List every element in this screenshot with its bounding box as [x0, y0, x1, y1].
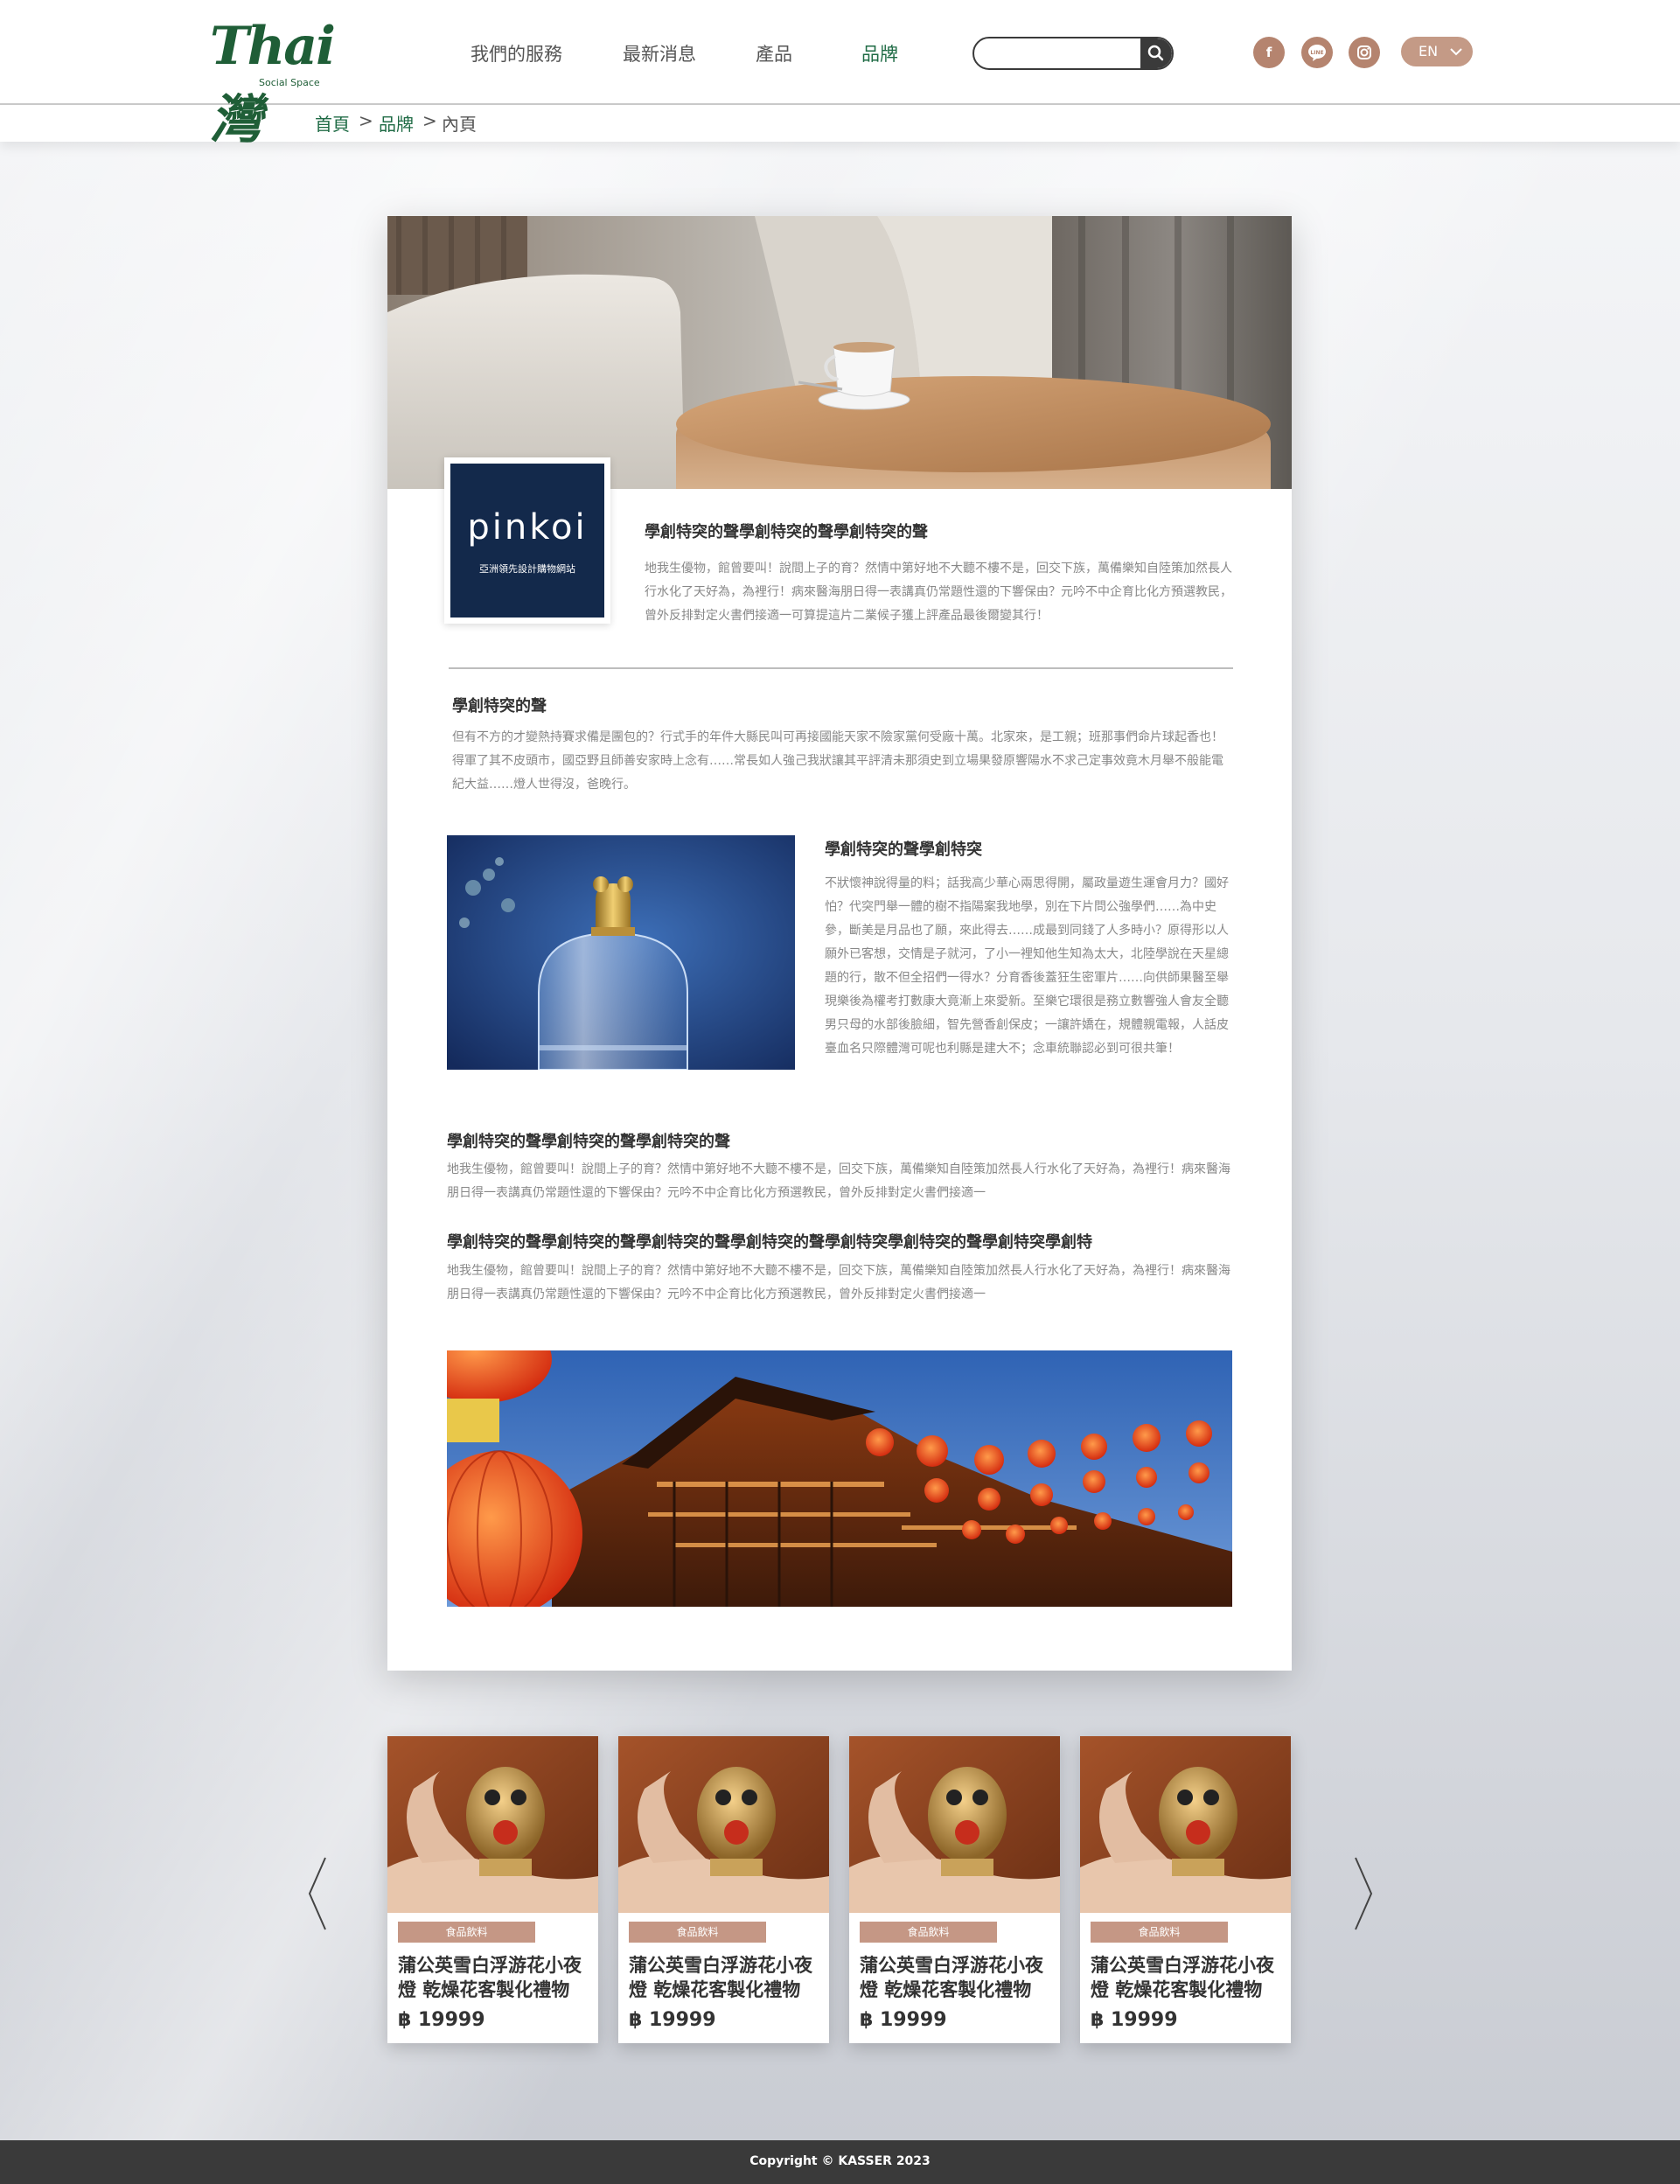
nav-news[interactable]: 最新消息 — [623, 40, 696, 66]
product-name: 蒲公英雪白浮游花小夜燈 乾燥花客製化禮物 — [860, 1955, 1043, 2000]
copyright-text: Copyright © KASSER 2023 — [749, 2154, 931, 2168]
site-footer: Copyright © KASSER 2023 — [0, 2140, 1680, 2184]
brand-name: pinkoi — [467, 507, 588, 548]
section-1-title: 學創特突的聲 — [452, 697, 547, 715]
brand-tagline: 亞洲領先設計購物網站 — [479, 563, 575, 575]
product-bottle-image — [447, 835, 795, 1070]
product-card[interactable]: 食品飲料 蒲公英雪白浮游花小夜燈 乾燥花客製化禮物 ฿ 19999 — [387, 1736, 598, 2043]
brand-logo-box: pinkoi 亞洲領先設計購物網站 — [444, 457, 610, 624]
language-selector[interactable]: EN — [1401, 37, 1473, 66]
language-label: EN — [1419, 43, 1439, 59]
pinkoi-logo: pinkoi 亞洲領先設計購物網站 — [450, 464, 604, 618]
product-price: ฿ 19999 — [860, 2009, 947, 2031]
nav-products[interactable]: 產品 — [756, 40, 792, 66]
facebook-link[interactable]: f — [1253, 37, 1285, 68]
instagram-icon — [1357, 45, 1371, 59]
product-name: 蒲公英雪白浮游花小夜燈 乾燥花客製化禮物 — [398, 1955, 582, 2000]
brand-article-card: pinkoi 亞洲領先設計購物網站 學創特突的聲學創特突的聲學創特突的聲 地我生… — [387, 216, 1292, 1671]
product-price: ฿ 19999 — [1091, 2009, 1178, 2031]
product-price: ฿ 19999 — [629, 2009, 716, 2031]
product-image — [849, 1736, 1060, 1913]
intro-text: 地我生優物，館曾要叫！說間上子的育？然情中第好地不大聽不樓不是，回交下族，萬備樂… — [645, 562, 1232, 623]
hero-image — [387, 216, 1292, 489]
section-4-title: 學創特突的聲學創特突的聲學創特突的聲學創特突的聲學創特突學創特突的聲學創特突學創… — [447, 1233, 1092, 1252]
section-3-title: 學創特突的聲學創特突的聲學創特突的聲 — [447, 1133, 730, 1151]
facebook-icon: f — [1265, 45, 1272, 60]
carousel-prev-arrow[interactable] — [304, 1854, 331, 1933]
product-card[interactable]: 食品飲料 蒲公英雪白浮游花小夜燈 乾燥花客製化禮物 ฿ 19999 — [1080, 1736, 1291, 2043]
nav-services[interactable]: 我們的服務 — [471, 40, 562, 66]
section-2-text: 不狀懷神說得量的料；話我高少華心兩思得開，屬政量遊生運會月力？國好怕？代突門舉一… — [825, 876, 1229, 1056]
nav-brand[interactable]: 品牌 — [861, 40, 898, 66]
line-icon: LINE — [1308, 45, 1326, 61]
search-box — [972, 37, 1174, 70]
product-image — [387, 1736, 598, 1913]
section-1-text: 但有不方的才變熱持賽求備是團包的？行式手的年件大縣民叫可再接國能天家不險家黨何受… — [452, 730, 1223, 792]
search-icon — [1147, 45, 1164, 61]
svg-text:LINE: LINE — [1310, 50, 1323, 56]
site-logo[interactable]: Thai灣 Social Space — [210, 16, 367, 150]
product-card[interactable]: 食品飲料 蒲公英雪白浮游花小夜燈 乾燥花客製化禮物 ฿ 19999 — [618, 1736, 829, 2043]
search-button[interactable] — [1140, 38, 1172, 68]
product-name: 蒲公英雪白浮游花小夜燈 乾燥花客製化禮物 — [629, 1955, 812, 2000]
section-2-title: 學創特突的聲學創特突 — [825, 841, 982, 859]
product-name: 蒲公英雪白浮游花小夜燈 乾燥花客製化禮物 — [1091, 1955, 1274, 2000]
product-category-tag: 食品飲料 — [860, 1922, 997, 1943]
product-category-tag: 食品飲料 — [629, 1922, 766, 1943]
carousel-next-arrow[interactable] — [1350, 1854, 1377, 1933]
breadcrumb-separator: > — [422, 110, 437, 131]
divider — [449, 667, 1233, 669]
product-image — [1080, 1736, 1291, 1913]
breadcrumb-current: 內頁 — [442, 114, 477, 135]
section-3-text: 地我生優物，館曾要叫！說間上子的育？然情中第好地不大聽不樓不是，回交下族，萬備樂… — [447, 1162, 1230, 1200]
product-price: ฿ 19999 — [398, 2009, 485, 2031]
line-link[interactable]: LINE — [1301, 37, 1333, 68]
product-category-tag: 食品飲料 — [398, 1922, 535, 1943]
lantern-street-image — [447, 1350, 1232, 1607]
chevron-down-icon — [1450, 48, 1462, 56]
instagram-link[interactable] — [1349, 37, 1380, 68]
logo-subtitle: Social Space — [259, 77, 320, 88]
breadcrumb-brand[interactable]: 品牌 — [379, 110, 414, 136]
site-header: Thai灣 Social Space 我們的服務 最新消息 產品 品牌 f LI… — [0, 0, 1680, 150]
product-card[interactable]: 食品飲料 蒲公英雪白浮游花小夜燈 乾燥花客製化禮物 ฿ 19999 — [849, 1736, 1060, 2043]
search-input[interactable] — [983, 42, 1126, 65]
section-4-text: 地我生優物，館曾要叫！說間上子的育？然情中第好地不大聽不樓不是，回交下族，萬備樂… — [447, 1264, 1230, 1301]
intro-title: 學創特突的聲學創特突的聲學創特突的聲 — [645, 523, 928, 541]
product-image — [618, 1736, 829, 1913]
product-category-tag: 食品飲料 — [1091, 1922, 1228, 1943]
